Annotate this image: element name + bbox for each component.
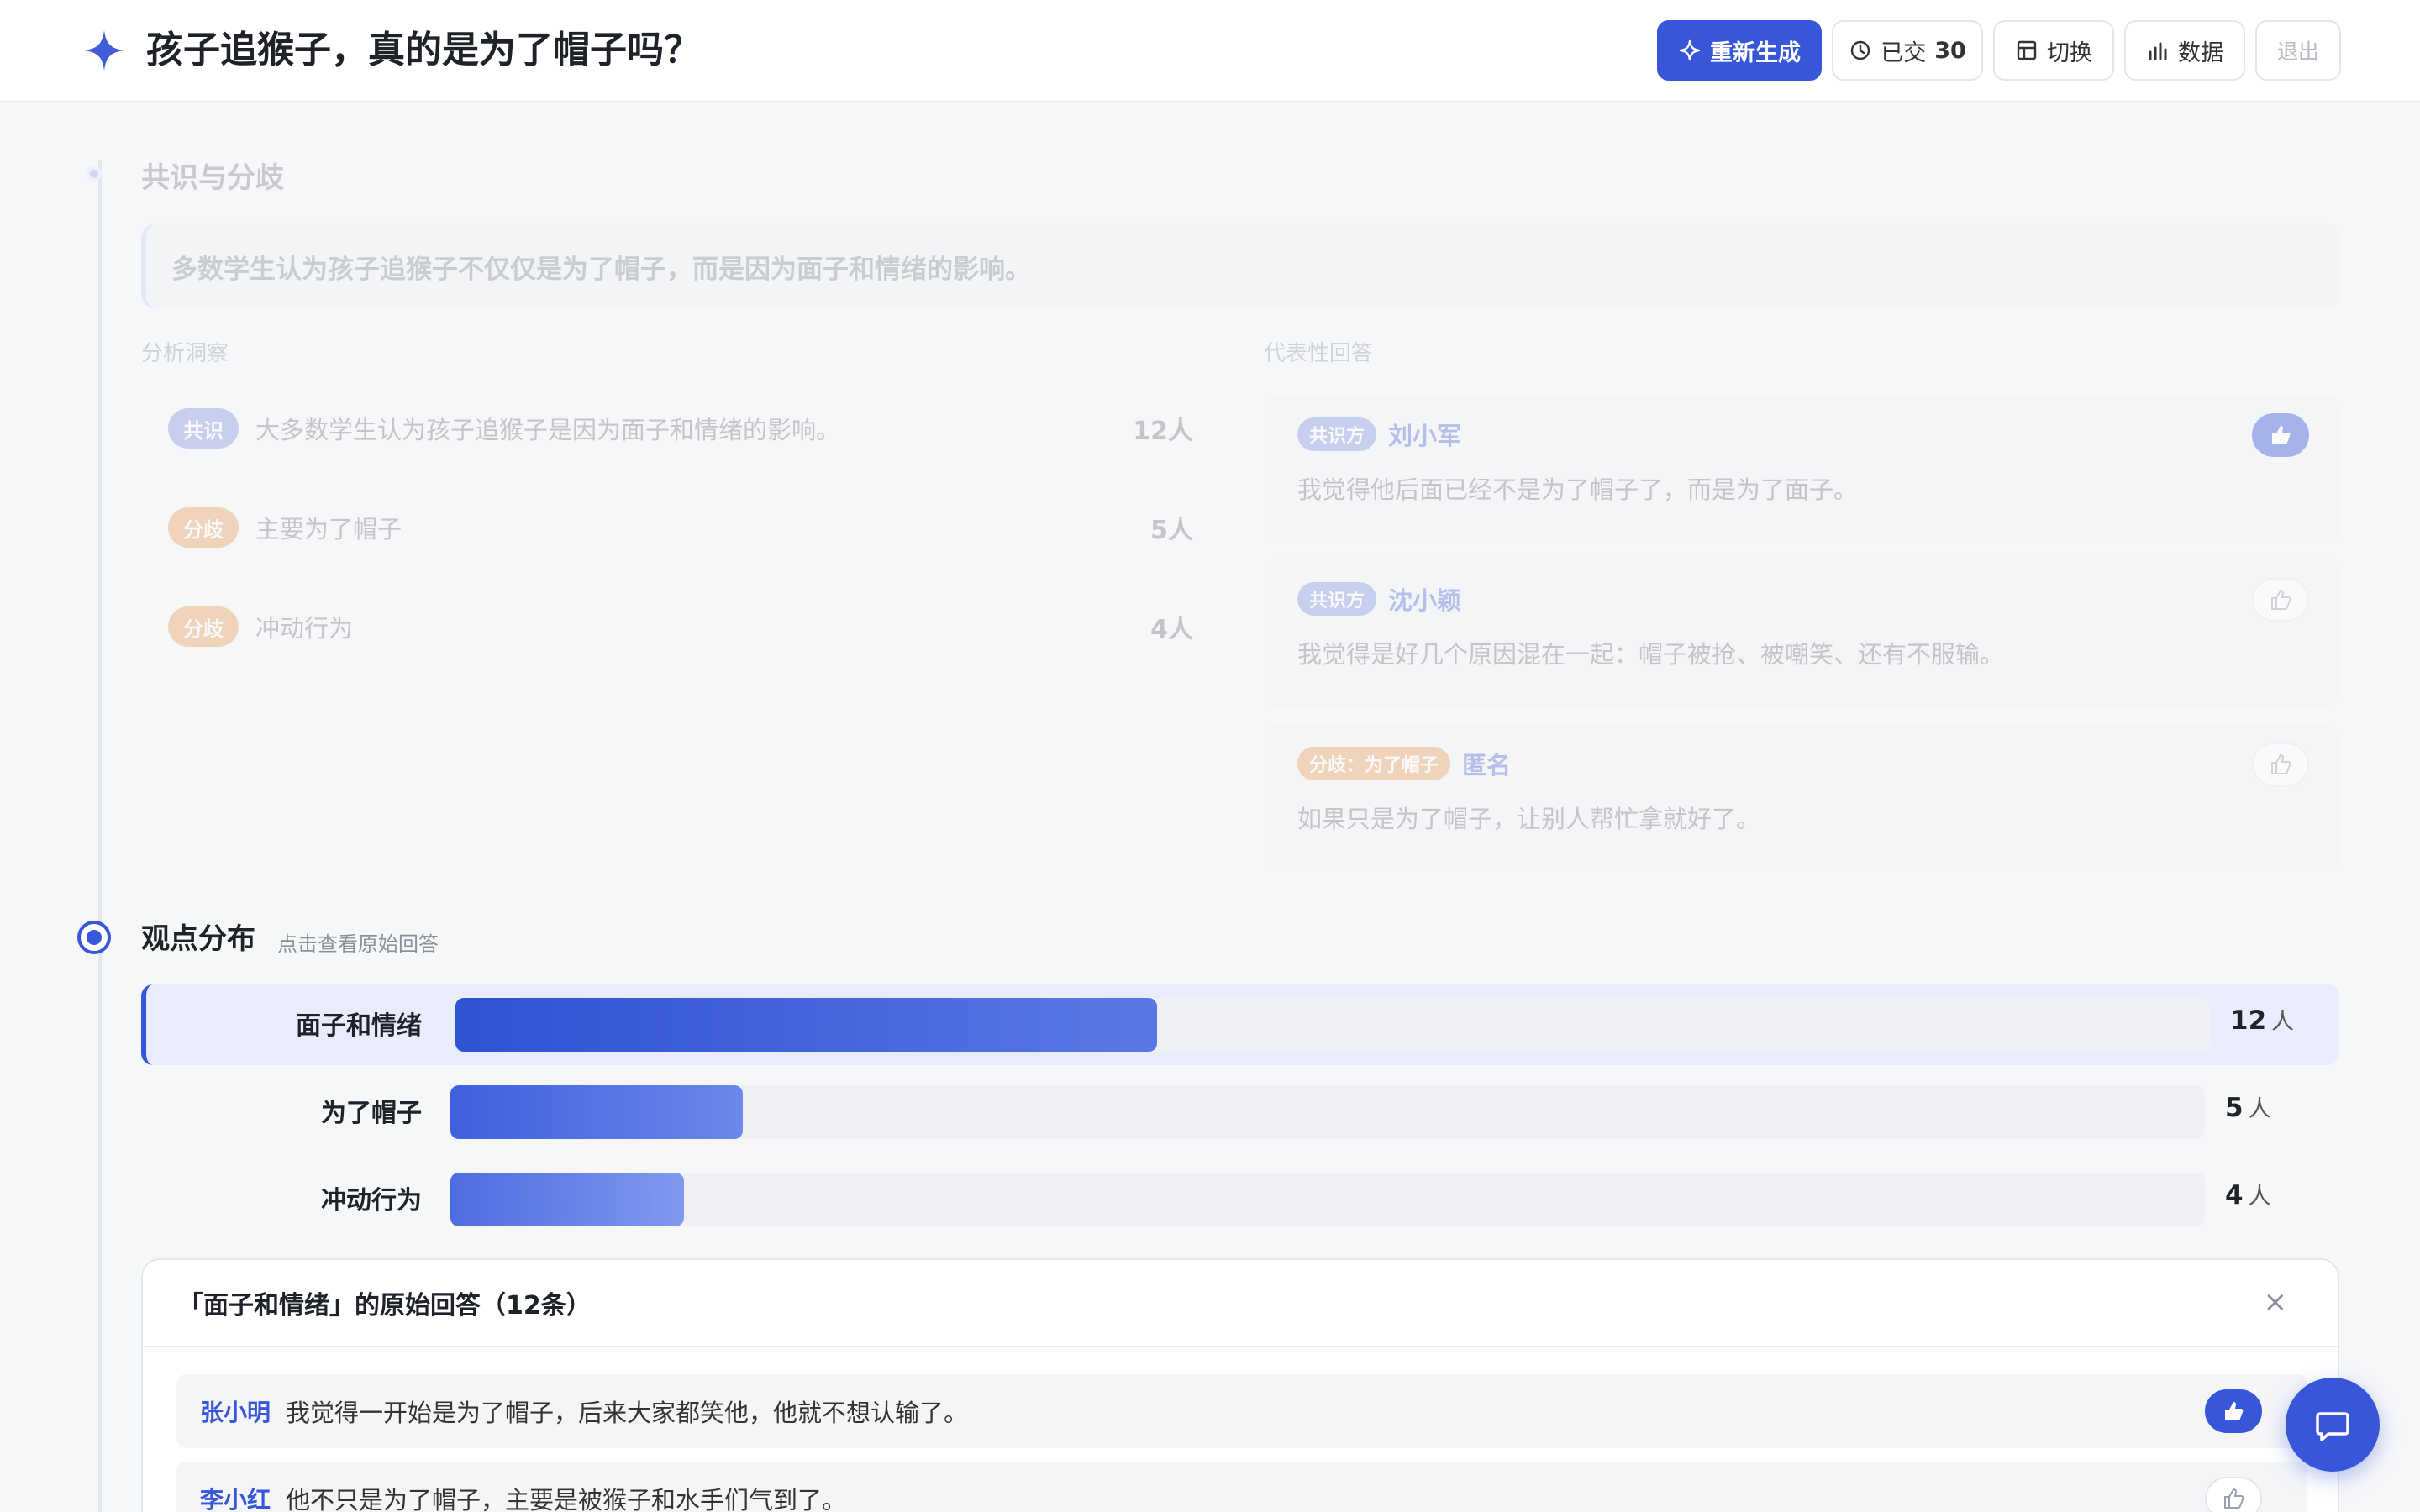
chat-bubble-icon: [2316, 1412, 2349, 1441]
bar-track: [450, 1173, 2205, 1226]
original-answers-panel: 「面子和情绪」的原始回答（12条） × 张小明 我觉得一开始是为了帽子，后来大家…: [141, 1258, 2339, 1512]
representative-answer: 共识方 沈小颖 我觉得是好几个原因混在一起：帽子被抢、被嘲笑、还有不服输。: [1264, 559, 2339, 707]
distribution-bar-row[interactable]: 面子和情绪 12 人: [141, 984, 2339, 1065]
consensus-side-tag: 共识方: [1297, 417, 1377, 451]
bar-count: 4人: [2225, 1180, 2271, 1210]
insight-item[interactable]: 分歧 主要为了帽子 5人: [168, 502, 1193, 553]
bar-count: 5人: [2225, 1093, 2271, 1123]
bar-fill: [455, 998, 1157, 1052]
insight-text: 主要为了帽子: [255, 515, 402, 543]
insight-item[interactable]: 共识 大多数学生认为孩子追猴子是因为面子和情绪的影响。 12人: [168, 403, 1193, 454]
consensus-tag: 共识: [168, 408, 239, 449]
switch-label: 切换: [2047, 39, 2092, 66]
distribution-hint: 点击查看原始回答: [277, 932, 439, 956]
answer-text: 他不只是为了帽子，主要是被猴子和水手们气到了。: [286, 1486, 847, 1512]
regenerate-button[interactable]: 重新生成: [1657, 20, 1822, 81]
bar-label: 为了帽子: [321, 1099, 422, 1128]
consensus-side-tag: 共识方: [1297, 582, 1377, 616]
like-button[interactable]: [2205, 1477, 2262, 1512]
distribution-bar-row[interactable]: 为了帽子 5人: [141, 1072, 2339, 1152]
representative-answer: 分歧：为了帽子 匿名 如果只是为了帽子，让别人帮忙拿就好了。: [1264, 724, 2339, 872]
insight-text: 大多数学生认为孩子追猴子是因为面子和情绪的影响。: [255, 416, 841, 444]
close-icon[interactable]: ×: [2264, 1285, 2288, 1319]
bar-chart-icon: [2149, 42, 2167, 60]
student-name: 沈小颖: [1388, 586, 1462, 615]
original-answer: 李小红 他不只是为了帽子，主要是被猴子和水手们气到了。: [176, 1462, 2307, 1512]
thumbs-up-icon: [2271, 589, 2291, 610]
exit-label: 退出: [2276, 39, 2319, 64]
answer-text: 我觉得一开始是为了帽子，后来大家都笑他，他就不想认输了。: [286, 1399, 969, 1427]
insight-count: 12人: [1133, 417, 1193, 446]
thumbs-up-icon: [2225, 1402, 2244, 1420]
regenerate-label: 重新生成: [1710, 39, 1801, 66]
page-title: 孩子追猴子，真的是为了帽子吗？: [146, 29, 701, 71]
bar-track: [450, 1085, 2205, 1139]
chat-fab-button[interactable]: [2286, 1378, 2380, 1472]
sparkle-logo-icon: [84, 30, 124, 71]
insight-item[interactable]: 分歧 冲动行为 4人: [168, 601, 1193, 652]
bar-fill: [450, 1085, 743, 1139]
bar-label: 冲动行为: [321, 1186, 422, 1215]
answer-text: 如果只是为了帽子，让别人帮忙拿就好了。: [1297, 805, 1761, 833]
answer-text: 我觉得他后面已经不是为了帽子了，而是为了面子。: [1297, 475, 1859, 504]
like-button[interactable]: [2205, 1389, 2262, 1433]
representative-answer: 共识方 刘小军 我觉得他后面已经不是为了帽子了，而是为了面子。: [1264, 395, 2339, 543]
student-name: 李小红: [200, 1486, 271, 1512]
submitted-count-button[interactable]: 已交 30: [1832, 20, 1983, 81]
distribution-title: 观点分布: [141, 922, 255, 956]
distribution-bar-row[interactable]: 冲动行为 4人: [141, 1159, 2339, 1240]
timeline-dot-distribution: [77, 921, 111, 954]
sparkle-icon: [1679, 39, 1701, 61]
clock-icon: [1851, 40, 1870, 60]
student-name: 匿名: [1462, 751, 1512, 780]
consensus-title: 共识与分歧: [141, 161, 284, 195]
layout-icon: [2017, 40, 2037, 60]
data-button[interactable]: 数据: [2124, 20, 2245, 81]
student-name: 张小明: [200, 1399, 271, 1426]
top-bar: 孩子追猴子，真的是为了帽子吗？ 重新生成 已交 30 切换 数据 退出: [0, 0, 2420, 102]
submitted-prefix: 已交: [1881, 39, 1927, 66]
like-button[interactable]: [2252, 578, 2309, 622]
thumbs-up-icon: [2271, 753, 2291, 774]
insight-count: 5人: [1150, 516, 1193, 545]
student-name: 刘小军: [1388, 422, 1462, 450]
divergence-tag: 分歧: [168, 507, 239, 548]
panel-title: 「面子和情绪」的原始回答（12条）: [143, 1260, 2338, 1347]
thumbs-up-icon: [2224, 1488, 2244, 1509]
consensus-summary-text: 多数学生认为孩子追猴子不仅仅是为了帽子，而是因为面子和情绪的影响。: [171, 254, 1031, 285]
insights-heading: 分析洞察: [141, 341, 229, 366]
bar-fill: [450, 1173, 684, 1226]
like-button[interactable]: [2252, 413, 2309, 457]
representative-heading: 代表性回答: [1264, 341, 1374, 366]
answer-text: 我觉得是好几个原因混在一起：帽子被抢、被嘲笑、还有不服输。: [1297, 640, 2005, 669]
bar-track: [455, 998, 2210, 1052]
exit-button[interactable]: 退出: [2255, 20, 2341, 81]
insight-text: 冲动行为: [255, 614, 354, 643]
divergence-side-tag: 分歧：为了帽子: [1297, 747, 1451, 780]
thumbs-up-icon: [2272, 426, 2291, 444]
bar-count: 12 人: [2230, 1005, 2295, 1036]
switch-button[interactable]: 切换: [1993, 20, 2114, 81]
submitted-count: 30: [1934, 37, 1966, 64]
timeline-dot-consensus: [87, 166, 102, 181]
like-button[interactable]: [2252, 743, 2309, 786]
original-answer: 张小明 我觉得一开始是为了帽子，后来大家都笑他，他就不想认输了。: [176, 1374, 2307, 1448]
divergence-tag: 分歧: [168, 606, 239, 647]
insight-count: 4人: [1150, 615, 1193, 644]
consensus-summary: 多数学生认为孩子追猴子不仅仅是为了帽子，而是因为面子和情绪的影响。: [141, 223, 2339, 309]
data-label: 数据: [2178, 39, 2223, 66]
timeline-line: [98, 160, 102, 1512]
bar-label: 面子和情绪: [296, 1011, 422, 1041]
